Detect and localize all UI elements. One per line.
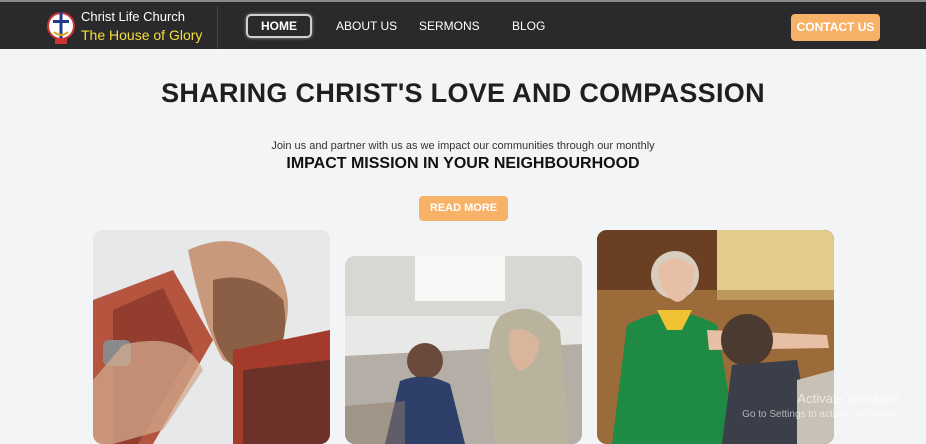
- activate-windows-title: Activate Windows: [797, 391, 900, 406]
- page-title: SHARING CHRIST'S LOVE AND COMPASSION: [161, 78, 765, 108]
- activate-windows-text: Go to Settings to activate Windows.: [742, 409, 900, 420]
- hero-subtitle: Join us and partner with us as we impact…: [271, 140, 655, 152]
- nav-home[interactable]: HOME: [246, 14, 312, 38]
- hero-highlight: IMPACT MISSION IN YOUR NEIGHBOURHOOD: [286, 155, 640, 172]
- man-praying-illustration: [93, 230, 330, 444]
- header-divider: [217, 6, 218, 49]
- church-logo-icon[interactable]: [46, 8, 76, 46]
- nav-about-us[interactable]: ABOUT US: [336, 19, 397, 33]
- read-more-button[interactable]: READ MORE: [419, 196, 508, 221]
- people-praying-illustration: [345, 256, 582, 444]
- brand-name[interactable]: Christ Life Church: [81, 9, 185, 24]
- nav-sermons[interactable]: SERMONS: [419, 19, 480, 33]
- nav-blog[interactable]: BLOG: [512, 19, 545, 33]
- brand-tagline[interactable]: The House of Glory: [81, 27, 202, 43]
- people-praying-photo: [345, 256, 582, 444]
- top-navigation-bar: Christ Life Church The House of Glory HO…: [0, 0, 926, 49]
- contact-us-button[interactable]: CONTACT US: [791, 14, 880, 41]
- man-praying-photo: [93, 230, 330, 444]
